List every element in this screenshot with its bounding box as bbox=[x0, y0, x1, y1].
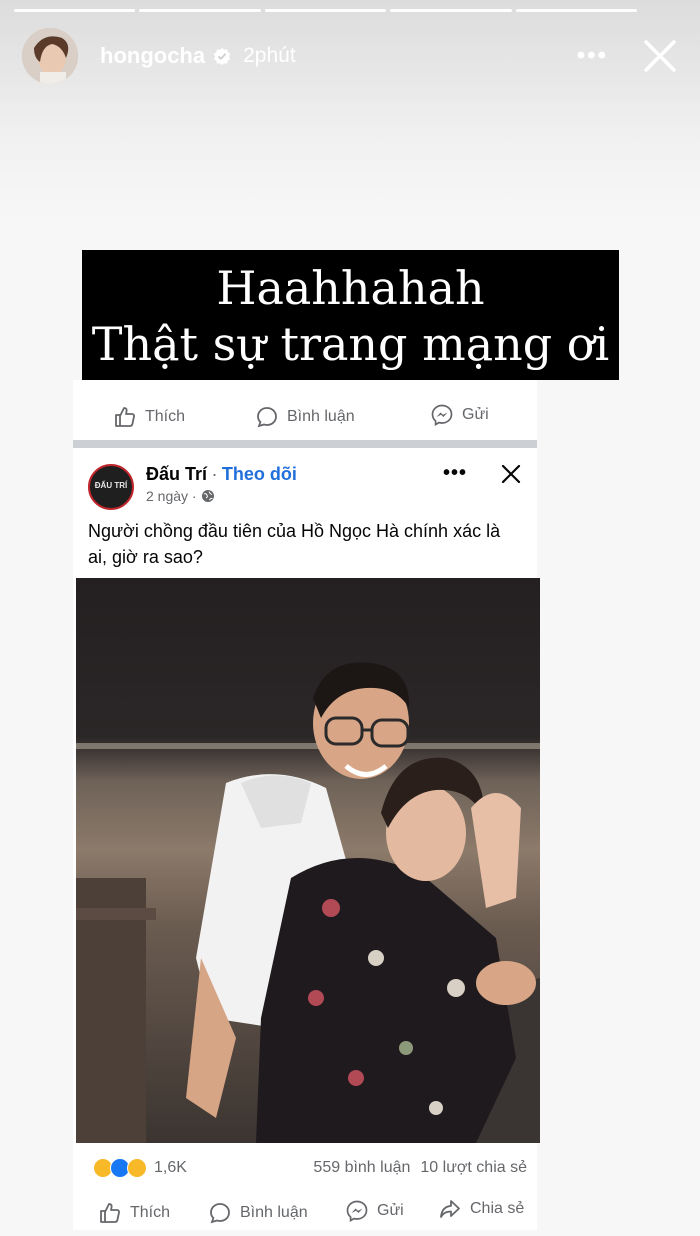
post-send-button[interactable]: Gửi bbox=[345, 1199, 404, 1223]
more-options-icon[interactable]: ••• bbox=[577, 42, 608, 70]
post-more-icon[interactable]: ••• bbox=[443, 462, 467, 485]
follow-button[interactable]: Theo dõi bbox=[222, 464, 297, 484]
close-icon[interactable] bbox=[642, 38, 678, 74]
post-photo[interactable] bbox=[76, 578, 540, 1143]
close-icon[interactable] bbox=[501, 464, 521, 484]
reactions-count[interactable]: 1,6K bbox=[154, 1159, 187, 1177]
story-time: 2phút bbox=[243, 44, 296, 67]
post-age: 2 ngày · bbox=[146, 488, 197, 504]
messenger-icon bbox=[346, 1200, 368, 1222]
page-name[interactable]: Đấu Trí bbox=[146, 464, 207, 484]
shares-count[interactable]: 10 lượt chia sẻ bbox=[420, 1159, 527, 1177]
progress-segment bbox=[515, 9, 638, 12]
story-caption: Haahhahah Thật sự trang mạng ơi bbox=[82, 250, 619, 380]
post-divider bbox=[73, 440, 537, 448]
post-stats: 1,6K 559 bình luận 10 lượt chia sẻ bbox=[93, 1158, 527, 1178]
send-label: Gửi bbox=[462, 406, 489, 423]
like-button[interactable]: Thích bbox=[113, 405, 185, 429]
story-header: hongocha 2phút ••• bbox=[22, 27, 678, 85]
caption-line-1: Haahhahah bbox=[216, 261, 485, 315]
story-progress-bar bbox=[14, 9, 638, 12]
send-button[interactable]: Gửi bbox=[430, 403, 489, 427]
post-like-button[interactable]: Thích bbox=[98, 1201, 170, 1225]
post-like-label: Thích bbox=[130, 1204, 171, 1221]
comment-icon bbox=[210, 1203, 230, 1224]
post-comment-label: Bình luận bbox=[240, 1204, 308, 1221]
post-comment-button[interactable]: Bình luận bbox=[208, 1201, 308, 1225]
page-avatar[interactable]: ĐẤU TRÍ bbox=[88, 464, 134, 510]
thumbs-up-icon bbox=[100, 1203, 120, 1223]
comment-icon bbox=[257, 407, 277, 428]
messenger-icon bbox=[431, 404, 453, 426]
story-username[interactable]: hongocha bbox=[100, 43, 205, 69]
thumbs-up-icon bbox=[115, 407, 135, 427]
page-avatar-text: ĐẤU TRÍ bbox=[94, 481, 128, 490]
name-separator: · bbox=[211, 464, 218, 484]
shared-post: ĐẤU TRÍ Đấu Trí · Theo dõi 2 ngày · ••• … bbox=[73, 448, 540, 1230]
progress-segment bbox=[390, 9, 512, 12]
verified-icon bbox=[214, 47, 231, 65]
comments-count[interactable]: 559 bình luận bbox=[313, 1159, 410, 1177]
post-share-button[interactable]: Chia sẻ bbox=[438, 1197, 524, 1221]
comment-label: Bình luận bbox=[287, 408, 355, 425]
haha-reaction-icon bbox=[127, 1158, 147, 1178]
progress-segment bbox=[264, 9, 387, 12]
progress-segment bbox=[139, 9, 261, 12]
globe-icon bbox=[201, 490, 214, 502]
post-share-label: Chia sẻ bbox=[470, 1200, 525, 1217]
post-send-label: Gửi bbox=[377, 1202, 404, 1219]
post-text: Người chồng đầu tiên của Hồ Ngọc Hà chín… bbox=[88, 521, 501, 567]
share-icon bbox=[440, 1200, 460, 1218]
progress-segment bbox=[14, 9, 136, 12]
like-label: Thích bbox=[145, 408, 186, 425]
caption-line-2: Thật sự trang mạng ơi bbox=[91, 317, 610, 371]
avatar[interactable] bbox=[22, 28, 78, 84]
reactions-summary[interactable] bbox=[93, 1158, 147, 1178]
comment-button[interactable]: Bình luận bbox=[255, 405, 355, 429]
